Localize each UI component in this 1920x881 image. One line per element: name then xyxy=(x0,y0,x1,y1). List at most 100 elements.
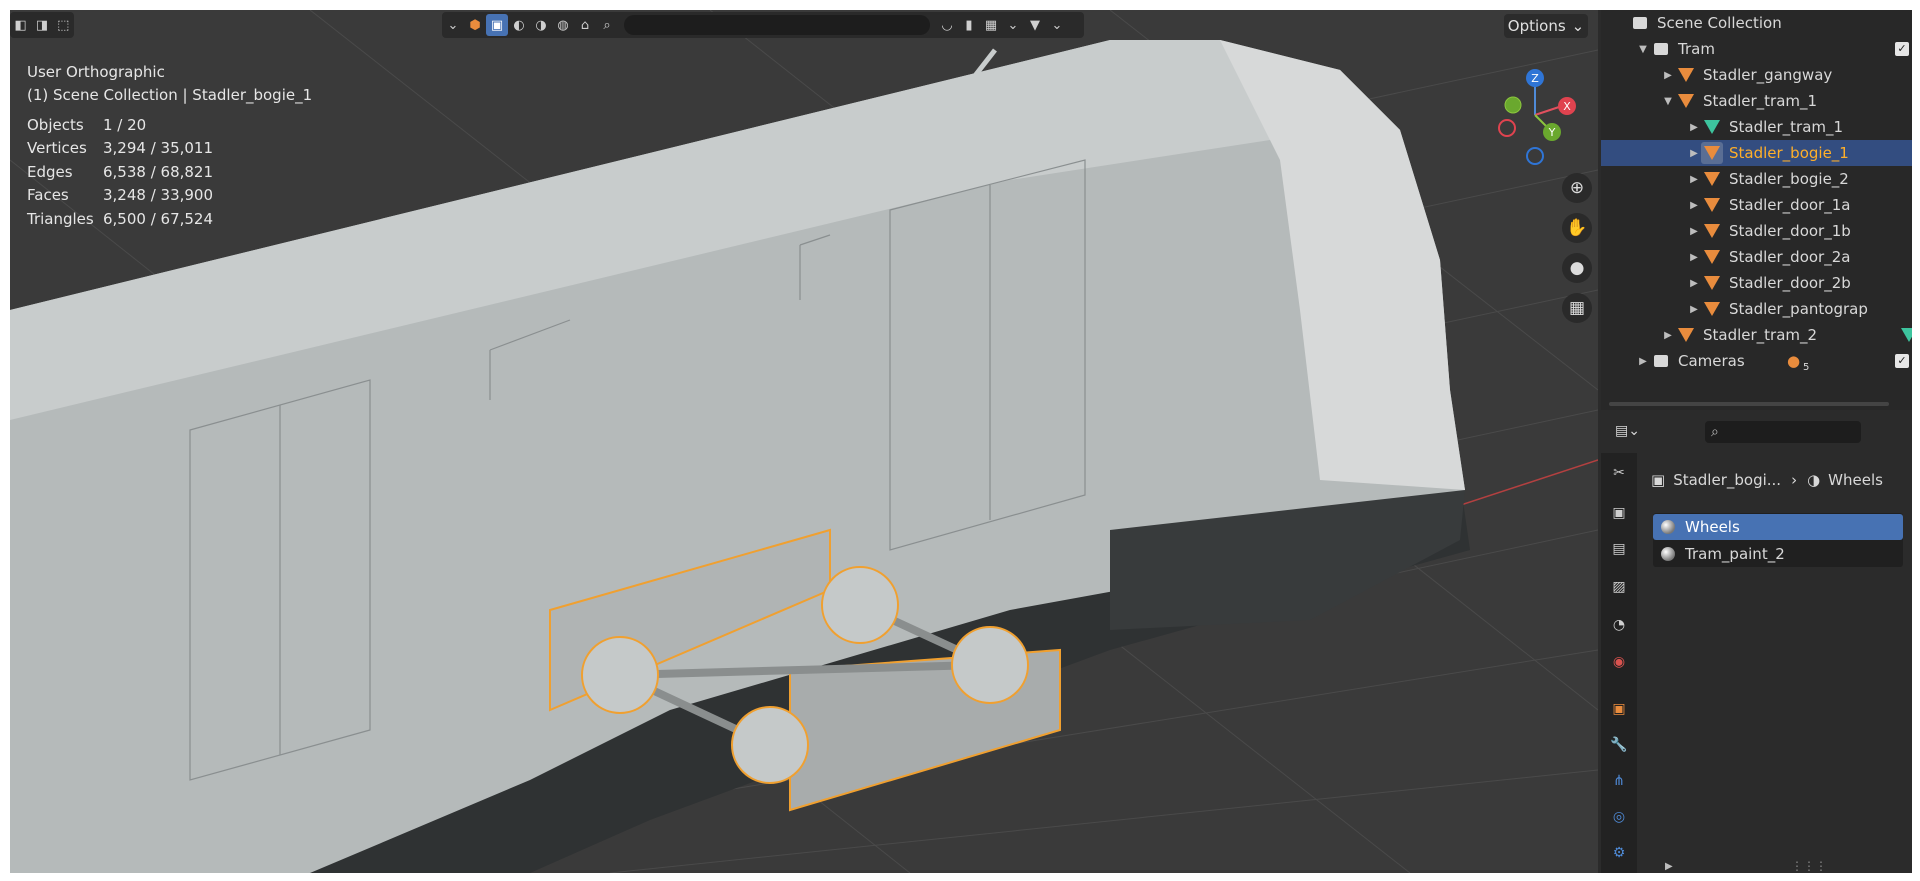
shading-world-button[interactable]: ◍ xyxy=(552,14,574,36)
scene-tab-icon[interactable]: ◔ xyxy=(1607,613,1631,637)
breadcrumb-object: Stadler_bogi... xyxy=(1673,471,1782,489)
outliner-row[interactable]: ▼ Tram ✓ xyxy=(1601,36,1912,62)
expand-right-icon[interactable]: ▶ xyxy=(1636,356,1650,367)
outliner-label: Stadler_door_2b xyxy=(1729,274,1851,292)
3d-viewport[interactable]: ◧ ◨ ⬚ ⌄ ⬢ ▣ ◐ ◑ ◍ ⌂ ⌕ ◡ ▮ ▦ ⌄ ▼ ⌄ Option… xyxy=(10,10,1598,873)
shading-material-button[interactable]: ◐ xyxy=(508,14,530,36)
expand-down-icon[interactable]: ▼ xyxy=(1661,96,1675,107)
constraints-tab-icon[interactable]: ⚙ xyxy=(1607,841,1631,865)
breadcrumb-material: Wheels xyxy=(1828,471,1883,489)
expand-right-icon[interactable]: ▶ xyxy=(1687,148,1701,159)
bookmark-icon[interactable]: ▮ xyxy=(958,14,980,36)
scene-statistics: Objects 1 / 20 Vertices 3,294 / 35,011 Edg… xyxy=(27,113,213,231)
object-type-icon[interactable]: ⬢ xyxy=(464,14,486,36)
pan-hand-icon[interactable]: ✋ xyxy=(1562,213,1592,243)
outliner-label: Stadler_pantograp xyxy=(1729,300,1868,318)
mesh-object-icon xyxy=(1701,168,1723,190)
stat-value: 6,500 / 67,524 xyxy=(103,209,214,228)
expand-down-icon[interactable]: ▼ xyxy=(1636,44,1650,55)
gizmo-y-label: Y xyxy=(1548,126,1556,139)
material-slot-selected[interactable]: Wheels xyxy=(1653,514,1903,540)
object-tab-icon[interactable]: ▣ xyxy=(1607,697,1631,721)
modifier-wrench-icon[interactable]: 🔧 xyxy=(1607,733,1631,757)
shading-rendered-button[interactable]: ◑ xyxy=(530,14,552,36)
outliner-row[interactable]: Scene Collection xyxy=(1601,10,1912,36)
mesh-object-icon xyxy=(1675,90,1697,112)
gizmo-neg-z-icon[interactable] xyxy=(1526,147,1544,165)
chevron-right-icon: › xyxy=(1791,471,1798,489)
expand-right-icon[interactable]: ▶ xyxy=(1687,122,1701,133)
material-slot[interactable]: Tram_paint_2 xyxy=(1653,541,1903,567)
chevron-down-icon[interactable]: ⌄ xyxy=(1046,14,1068,36)
material-sphere-icon xyxy=(1661,547,1675,561)
viewport-search-input[interactable] xyxy=(624,15,930,35)
chevron-down-icon[interactable]: ⌄ xyxy=(442,14,464,36)
expand-right-icon[interactable]: ▶ xyxy=(1687,200,1701,211)
select-subtract-icon[interactable]: ⬚ xyxy=(53,14,74,36)
expand-right-icon[interactable]: ▶ xyxy=(1687,226,1701,237)
mesh-object-icon xyxy=(1701,246,1723,268)
view-layer-tab-icon[interactable]: ▨ xyxy=(1607,575,1631,599)
physics-tab-icon[interactable]: ◎ xyxy=(1607,805,1631,829)
expand-right-icon[interactable]: ▶ xyxy=(1687,278,1701,289)
grid-icon[interactable]: ▦ xyxy=(1562,293,1592,323)
search-icon: ⌕ xyxy=(1711,424,1719,440)
outliner-label: Cameras xyxy=(1678,352,1745,370)
outliner-row-selected[interactable]: ▶ Stadler_bogie_1 xyxy=(1601,140,1912,166)
outliner-row[interactable]: ▶ Stadler_tram_2 xyxy=(1601,322,1912,348)
mesh-object-icon xyxy=(1675,64,1697,86)
paint-icon[interactable]: ⌂ xyxy=(574,14,596,36)
stat-row: Faces 3,248 / 33,900 xyxy=(27,184,213,208)
world-tab-icon[interactable]: ◉ xyxy=(1607,650,1631,674)
outliner-label: Scene Collection xyxy=(1657,14,1782,32)
checkbox-icon[interactable]: ✓ xyxy=(1895,42,1909,56)
outliner-row[interactable]: ▶ Cameras ● 5 ✓ xyxy=(1601,348,1912,374)
expand-right-icon[interactable]: ▶ xyxy=(1665,861,1673,872)
expand-right-icon[interactable]: ▶ xyxy=(1687,304,1701,315)
shading-solid-button[interactable]: ▣ xyxy=(486,14,508,36)
select-extend-icon[interactable]: ◨ xyxy=(31,14,52,36)
expand-right-icon[interactable]: ▶ xyxy=(1687,252,1701,263)
checkbox-icon[interactable]: ✓ xyxy=(1895,354,1909,368)
overlay-icon[interactable]: ◡ xyxy=(936,14,958,36)
outliner-row[interactable]: ▶ Stadler_door_2b xyxy=(1601,270,1912,296)
material-icon: ◑ xyxy=(1807,471,1821,489)
stat-row: Triangles 6,500 / 67,524 xyxy=(27,207,213,231)
outliner-scrollbar[interactable] xyxy=(1609,402,1889,406)
expand-right-icon[interactable]: ▶ xyxy=(1661,330,1675,341)
chevron-down-icon[interactable]: ⌄ xyxy=(1002,14,1024,36)
outliner-row[interactable]: ▶ Stadler_pantograp xyxy=(1601,296,1912,322)
collection-icon xyxy=(1650,38,1672,60)
tool-tab-icon[interactable]: ✂ xyxy=(1607,461,1631,485)
mesh-data-icon xyxy=(1701,116,1723,138)
properties-search-input[interactable]: ⌕ xyxy=(1705,421,1861,443)
filter-icon[interactable]: ▼ xyxy=(1024,14,1046,36)
view-context: (1) Scene Collection | Stadler_bogie_1 xyxy=(27,86,313,104)
zoom-icon[interactable]: ⊕ xyxy=(1562,173,1592,203)
resize-handle-icon[interactable]: ⋮⋮⋮ xyxy=(1791,859,1827,873)
expand-right-icon[interactable]: ▶ xyxy=(1687,174,1701,185)
select-mode-icon[interactable]: ◧ xyxy=(10,14,31,36)
stat-label: Triangles xyxy=(27,209,94,228)
outliner-row[interactable]: ▶ Stadler_door_2a xyxy=(1601,244,1912,270)
outliner-row[interactable]: ▶ Stadler_door_1a xyxy=(1601,192,1912,218)
editor-type-icon[interactable]: ▤⌄ xyxy=(1615,423,1645,443)
gizmo-neg-y-icon[interactable] xyxy=(1504,96,1522,114)
outliner-row[interactable]: ▶ Stadler_door_1b xyxy=(1601,218,1912,244)
mesh-data-icon xyxy=(1898,324,1912,346)
output-tab-icon[interactable]: ▤ xyxy=(1607,537,1631,561)
outliner-label: Stadler_door_2a xyxy=(1729,248,1851,266)
outliner-row[interactable]: ▼ Stadler_tram_1 xyxy=(1601,88,1912,114)
render-tab-icon[interactable]: ▣ xyxy=(1607,501,1631,525)
outliner-row[interactable]: ▶ Stadler_bogie_2 xyxy=(1601,166,1912,192)
properties-tabs: ✂ ▣ ▤ ▨ ◔ ◉ ▣ 🔧 ⋔ ◎ ⚙ xyxy=(1601,453,1637,873)
outliner-row[interactable]: ▶ Stadler_gangway xyxy=(1601,62,1912,88)
expand-right-icon[interactable]: ▶ xyxy=(1661,70,1675,81)
layout-icon[interactable]: ▦ xyxy=(980,14,1002,36)
navigation-gizmo[interactable]: Z X Y xyxy=(1490,60,1580,170)
gizmo-neg-x-icon[interactable] xyxy=(1498,119,1516,137)
outliner-row[interactable]: ▶ Stadler_tram_1 xyxy=(1601,114,1912,140)
particles-tab-icon[interactable]: ⋔ xyxy=(1607,769,1631,793)
camera-icon[interactable]: ● xyxy=(1562,253,1592,283)
options-dropdown[interactable]: Options ⌄ xyxy=(1504,14,1588,38)
